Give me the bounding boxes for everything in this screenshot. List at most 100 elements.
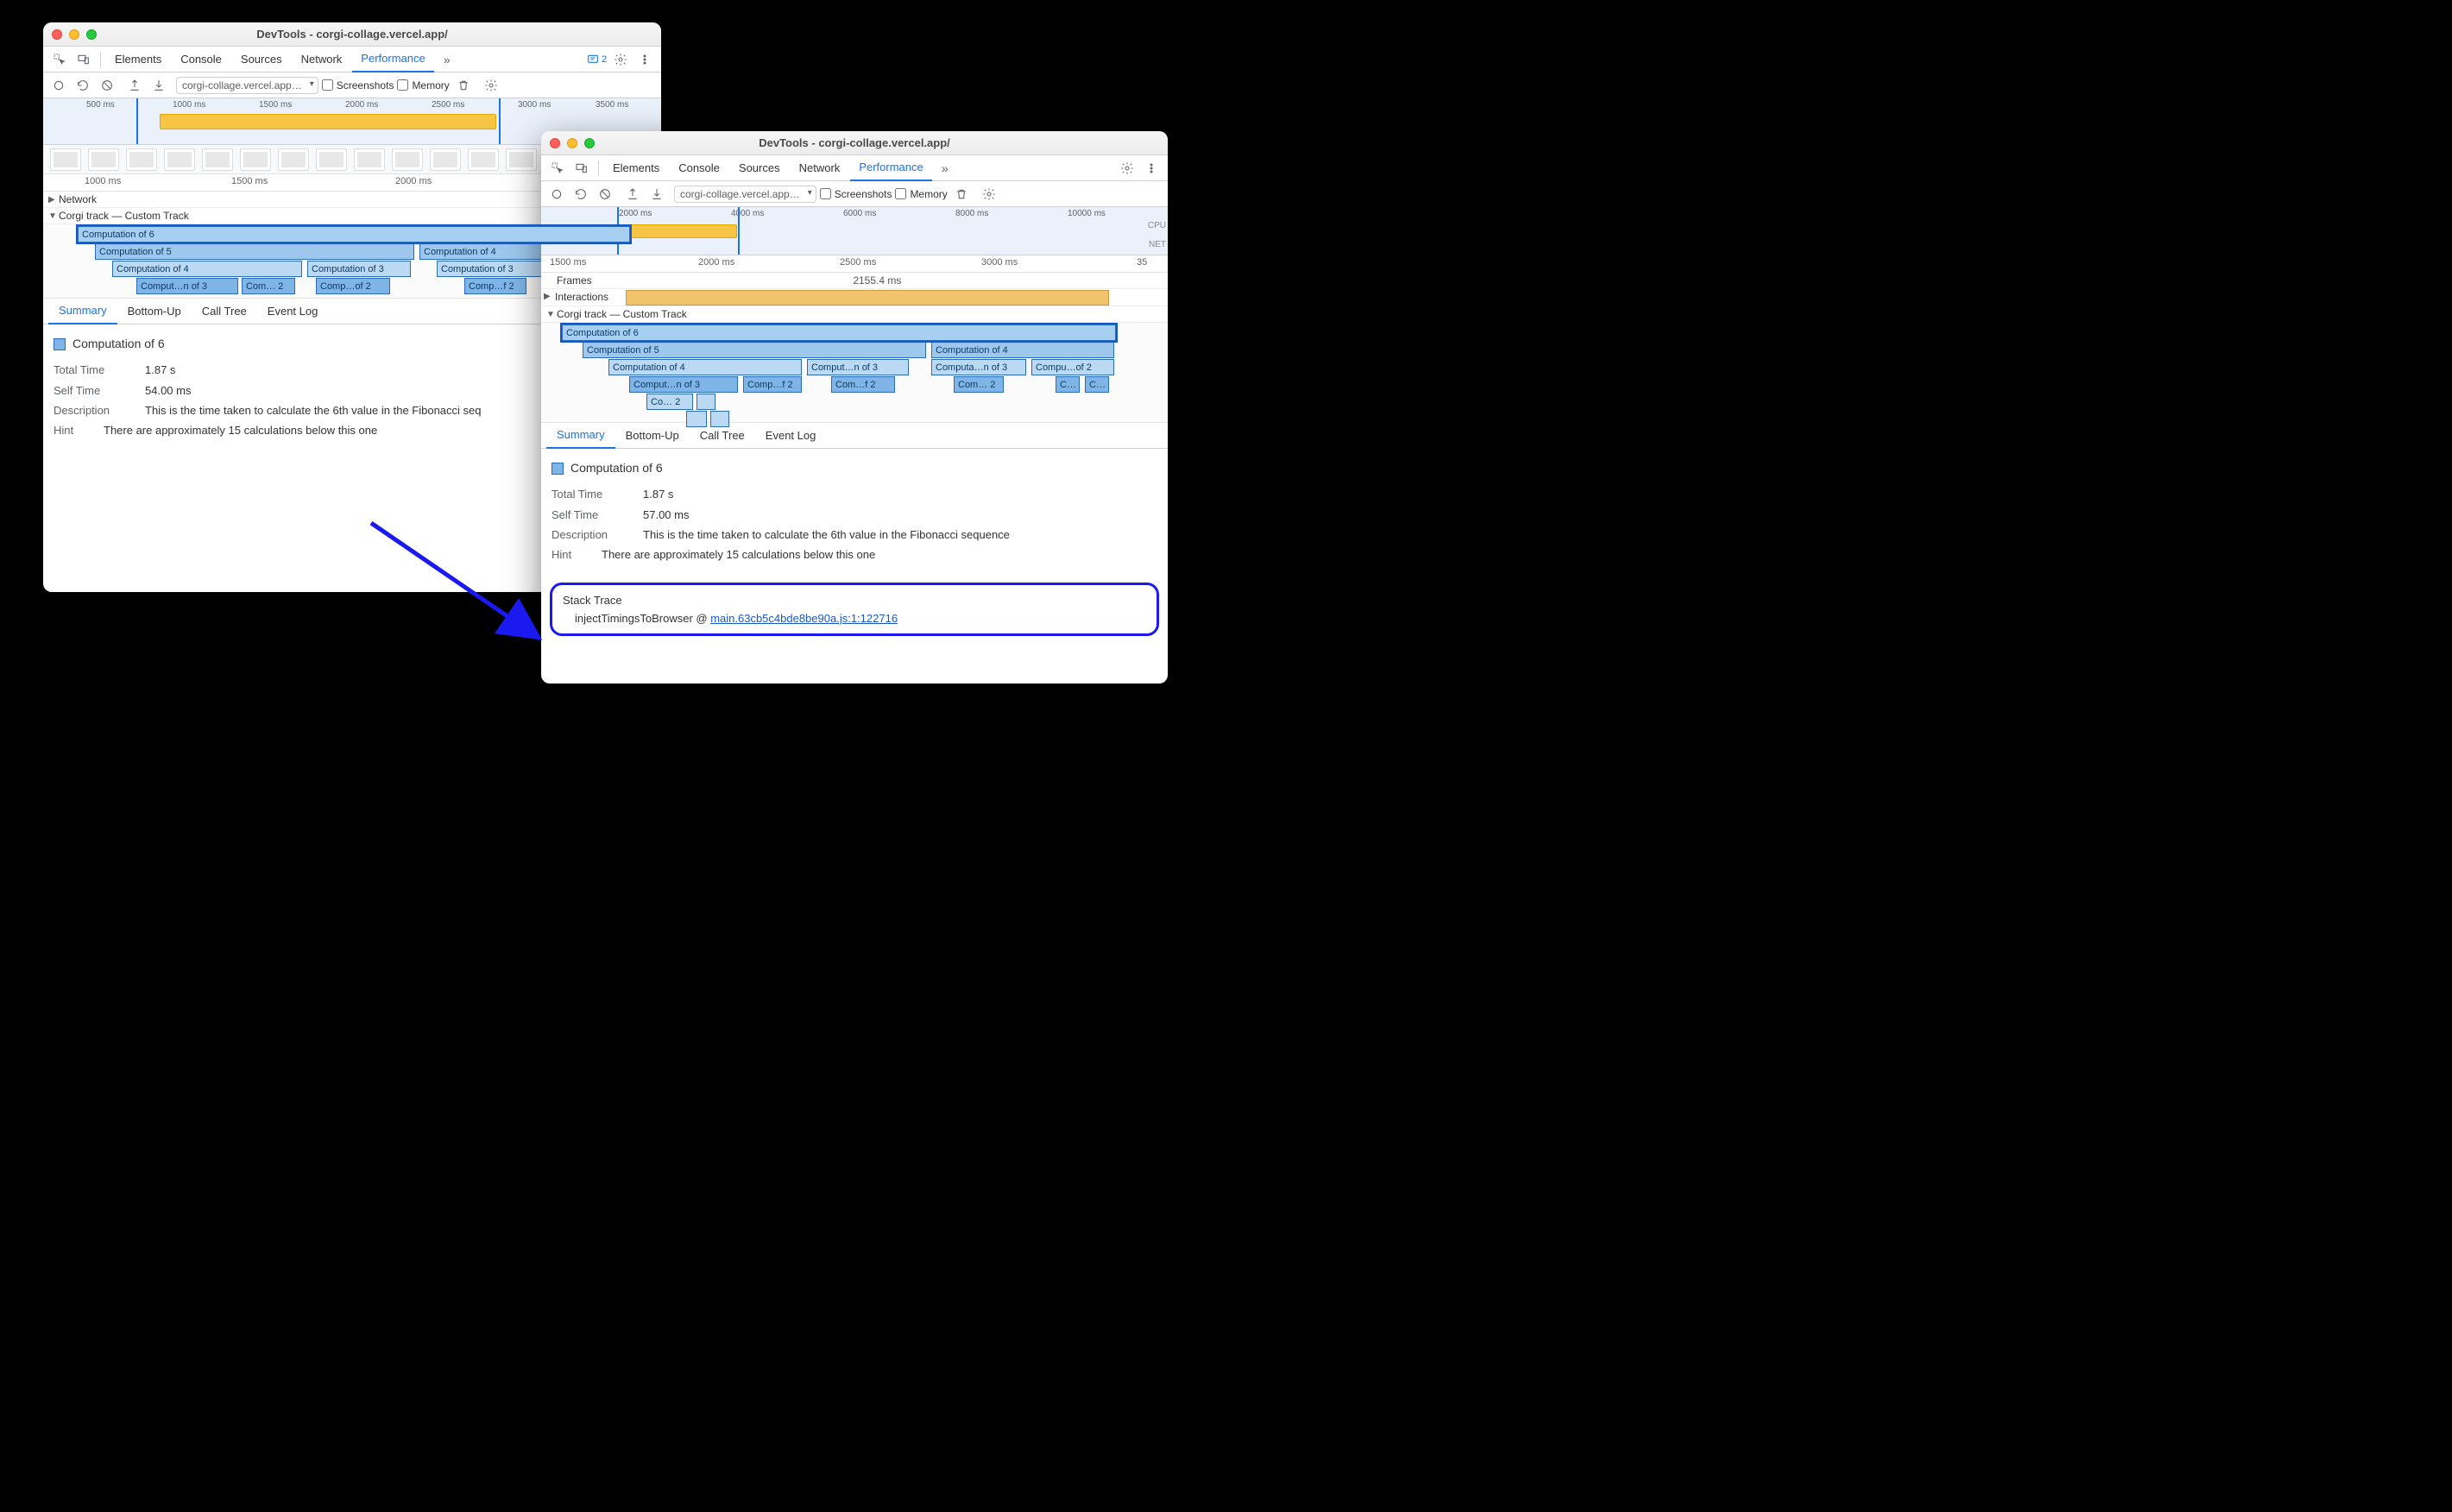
record-icon[interactable] <box>546 184 567 205</box>
flame-bar[interactable]: Comput…n of 3 <box>629 376 738 393</box>
reload-icon[interactable] <box>570 184 591 205</box>
record-icon[interactable] <box>48 75 69 96</box>
flame-bar[interactable]: Comp…f 2 <box>464 278 526 294</box>
gear-icon[interactable] <box>1116 157 1138 180</box>
stack-source-link[interactable]: main.63cb5c4bde8be90a.js:1:122716 <box>710 612 898 625</box>
titlebar[interactable]: DevTools - corgi-collage.vercel.app/ <box>541 131 1168 155</box>
tab-performance[interactable]: Performance <box>352 47 433 72</box>
gear-icon[interactable] <box>979 184 999 205</box>
range-handle-right[interactable] <box>738 207 740 255</box>
gear-icon[interactable] <box>481 75 501 96</box>
flame-bar[interactable]: Com…f 2 <box>831 376 895 393</box>
upload-icon[interactable] <box>622 184 643 205</box>
flame-bar[interactable]: Computation of 4 <box>931 342 1114 358</box>
self-time-label: Self Time <box>54 381 129 400</box>
flame-bar[interactable]: C… <box>1056 376 1080 393</box>
flame-bar[interactable]: Computation of 4 <box>112 261 302 277</box>
flame-bar[interactable]: Computation of 6 <box>562 324 1116 341</box>
flame-ruler[interactable]: 1500 ms 2000 ms 2500 ms 3000 ms 35 <box>541 255 1168 273</box>
tick: 3000 ms <box>981 257 1018 268</box>
kebab-icon[interactable] <box>633 48 656 71</box>
tab-eventlog[interactable]: Event Log <box>755 423 827 449</box>
memory-checkbox[interactable]: Memory <box>895 188 947 200</box>
flame-bar[interactable]: Compu…of 2 <box>1031 359 1114 375</box>
flame-bar[interactable]: C… <box>1085 376 1109 393</box>
hint-label: Hint <box>54 420 88 440</box>
trash-icon[interactable] <box>453 75 474 96</box>
tab-elements[interactable]: Elements <box>106 47 170 72</box>
zoom-icon[interactable] <box>86 29 97 40</box>
reload-icon[interactable] <box>72 75 93 96</box>
hint-value: There are approximately 15 calculations … <box>602 545 875 564</box>
flame-bar[interactable]: Comput…n of 3 <box>136 278 238 294</box>
flame-bar[interactable]: Co… 2 <box>646 394 693 410</box>
tab-sources[interactable]: Sources <box>232 47 291 72</box>
memory-checkbox[interactable]: Memory <box>397 79 449 91</box>
screenshots-checkbox[interactable]: Screenshots <box>322 79 394 91</box>
device-toggle-icon[interactable] <box>72 48 95 71</box>
tab-network[interactable]: Network <box>791 155 849 181</box>
tab-summary[interactable]: Summary <box>546 423 615 449</box>
inspect-icon[interactable] <box>48 48 71 71</box>
more-tabs-icon[interactable]: » <box>934 157 956 180</box>
clear-icon[interactable] <box>595 184 615 205</box>
device-toggle-icon[interactable] <box>570 157 593 180</box>
tab-console[interactable]: Console <box>670 155 728 181</box>
flame-bar[interactable]: Computation of 3 <box>437 261 549 277</box>
kebab-icon[interactable] <box>1140 157 1163 180</box>
issues-icon[interactable]: 2 <box>585 48 608 71</box>
clear-icon[interactable] <box>97 75 117 96</box>
flame-bar[interactable]: Computa…n of 3 <box>931 359 1026 375</box>
flame-bar[interactable]: Com… 2 <box>954 376 1004 393</box>
url-select[interactable]: corgi-collage.vercel.app… <box>176 77 318 94</box>
tick: 3000 ms <box>518 100 551 110</box>
tab-summary[interactable]: Summary <box>48 299 117 324</box>
more-tabs-icon[interactable]: » <box>436 48 458 71</box>
overview-bar <box>160 114 496 129</box>
trash-icon[interactable] <box>951 184 972 205</box>
interaction-bar[interactable] <box>626 290 1109 306</box>
inspect-icon[interactable] <box>546 157 569 180</box>
track-interactions[interactable]: ▶ Interactions <box>541 289 1168 306</box>
flame-bar[interactable] <box>710 411 729 427</box>
screenshots-checkbox[interactable]: Screenshots <box>820 188 892 200</box>
flame-bar[interactable]: Computation of 6 <box>78 226 630 243</box>
minimize-icon[interactable] <box>567 138 577 148</box>
flame-bar[interactable]: Computation of 4 <box>608 359 802 375</box>
gear-icon[interactable] <box>609 48 632 71</box>
summary-title: Computation of 6 <box>72 333 165 355</box>
flame-bar[interactable]: Comp…f 2 <box>743 376 802 393</box>
upload-icon[interactable] <box>124 75 145 96</box>
flame-bar[interactable]: Computation of 5 <box>583 342 926 358</box>
flame-chart[interactable]: Computation of 6 Computation of 5 Comput… <box>541 323 1168 423</box>
track-header-custom[interactable]: ▼Corgi track — Custom Track <box>541 306 1168 323</box>
download-icon[interactable] <box>646 184 667 205</box>
flame-bar[interactable]: Computation of 5 <box>95 243 414 260</box>
tab-eventlog[interactable]: Event Log <box>257 299 329 324</box>
tab-sources[interactable]: Sources <box>730 155 789 181</box>
tab-elements[interactable]: Elements <box>604 155 668 181</box>
flame-bar[interactable] <box>697 394 715 410</box>
tab-network[interactable]: Network <box>293 47 351 72</box>
range-handle-left[interactable] <box>136 98 138 144</box>
flame-bar[interactable]: Comput…n of 3 <box>807 359 909 375</box>
close-icon[interactable] <box>550 138 560 148</box>
url-select[interactable]: corgi-collage.vercel.app… <box>674 186 816 203</box>
tab-bottomup[interactable]: Bottom-Up <box>615 423 690 449</box>
zoom-icon[interactable] <box>584 138 595 148</box>
flame-bar[interactable]: Computation of 3 <box>307 261 411 277</box>
flame-bar[interactable]: Comp…of 2 <box>316 278 390 294</box>
flame-bar[interactable]: Com… 2 <box>242 278 295 294</box>
close-icon[interactable] <box>52 29 62 40</box>
minimize-icon[interactable] <box>69 29 79 40</box>
overview-timeline[interactable]: 2000 ms 4000 ms 6000 ms 8000 ms 10000 ms… <box>541 207 1168 255</box>
track-frames[interactable]: ▶Frames2155.4 ms <box>541 273 1168 289</box>
titlebar[interactable]: DevTools - corgi-collage.vercel.app/ <box>43 22 661 47</box>
download-icon[interactable] <box>148 75 169 96</box>
range-handle-right[interactable] <box>499 98 501 144</box>
tab-console[interactable]: Console <box>172 47 230 72</box>
tab-bottomup[interactable]: Bottom-Up <box>117 299 192 324</box>
tab-performance[interactable]: Performance <box>850 155 931 181</box>
tab-calltree[interactable]: Call Tree <box>192 299 257 324</box>
flame-bar[interactable] <box>686 411 707 427</box>
